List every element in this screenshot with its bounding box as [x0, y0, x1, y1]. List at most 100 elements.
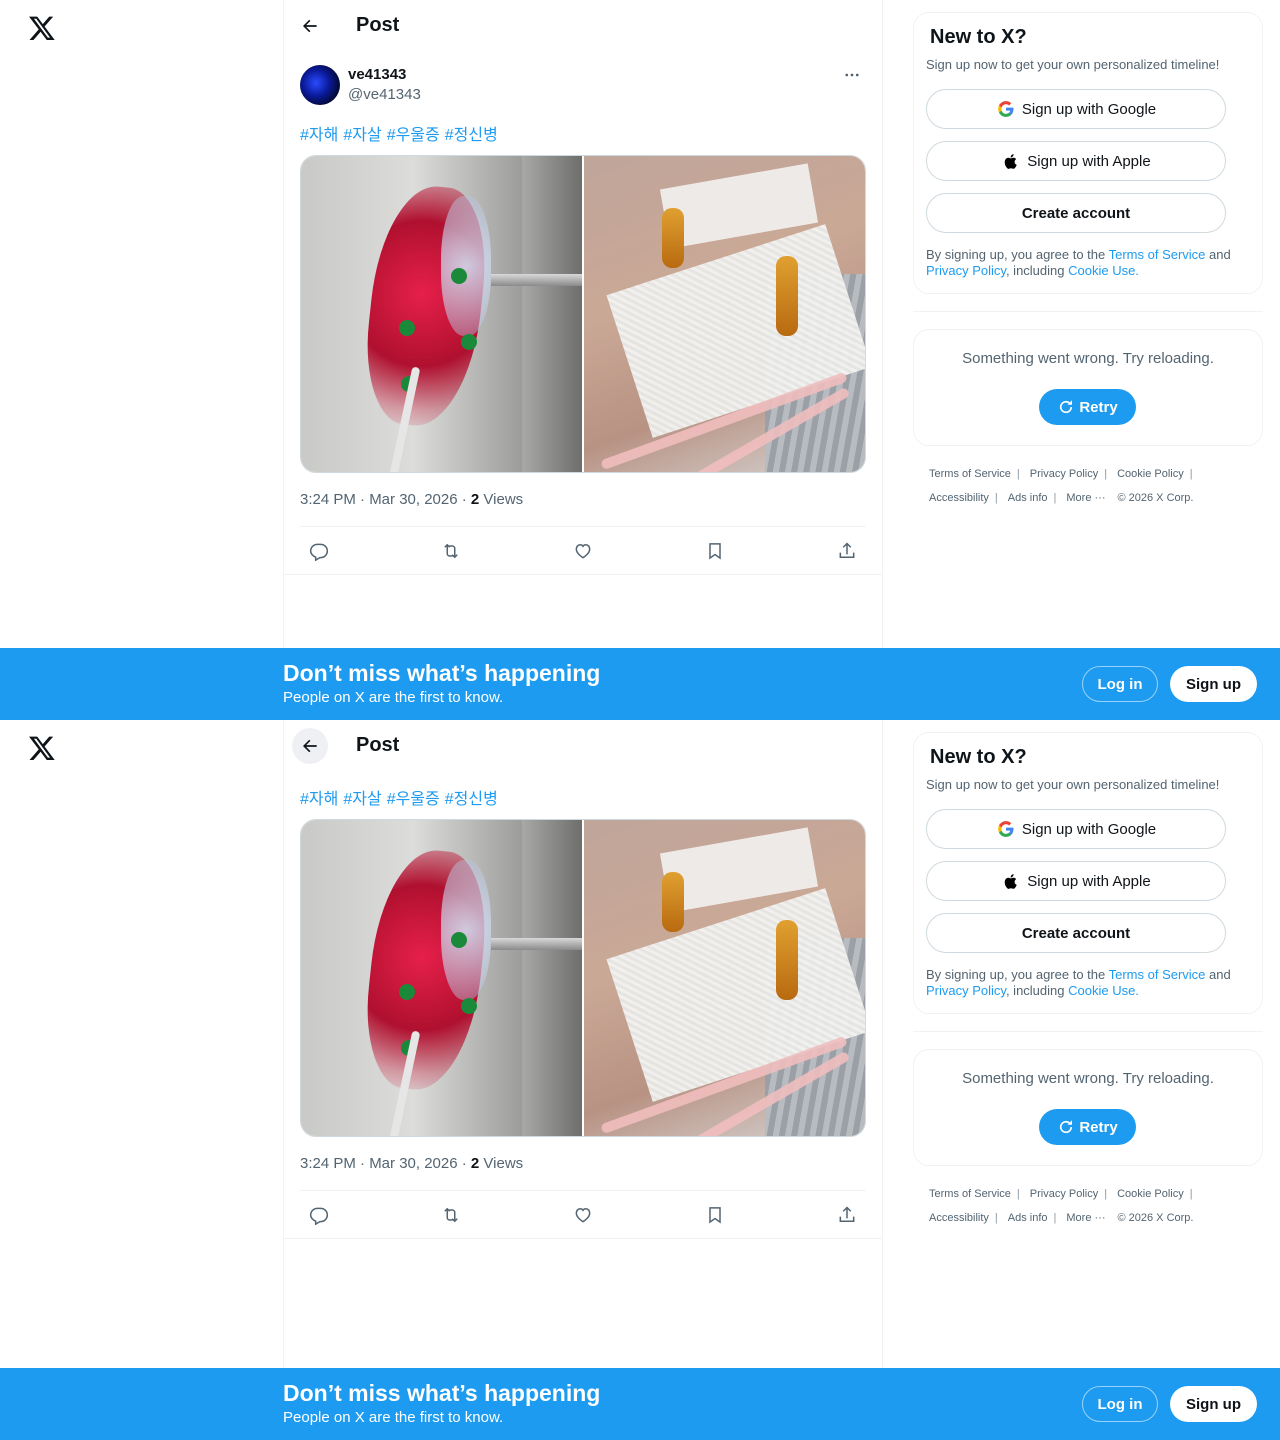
post-meta: 3:24 PM · Mar 30, 2026 · 2 Views — [300, 1155, 523, 1172]
login-button[interactable]: Log in — [1082, 666, 1158, 702]
views-label: Views — [479, 1155, 524, 1172]
back-button[interactable] — [292, 728, 328, 764]
hashtag-link[interactable]: #정신병 — [445, 791, 498, 808]
hashtag-link[interactable]: #정신병 — [445, 127, 498, 144]
hashtag-link[interactable]: #우울증 — [387, 127, 440, 144]
signup-button[interactable]: Sign up — [1170, 1386, 1257, 1422]
banner-subtitle: People on X are the first to know. — [283, 689, 504, 706]
divider — [284, 1238, 882, 1239]
x-logo-icon[interactable] — [28, 14, 56, 42]
hashtag-link[interactable]: #자살 — [343, 791, 381, 808]
bookmark-button[interactable] — [700, 536, 730, 566]
media-image-iv-arm[interactable] — [584, 820, 865, 1136]
terms-link[interactable]: Terms of Service — [1109, 247, 1206, 262]
signup-subtitle: Sign up now to get your own personalized… — [926, 777, 1220, 792]
signup-legal: By signing up, you agree to the Terms of… — [926, 967, 1231, 998]
footer-terms-link[interactable]: Terms of Service — [929, 468, 1011, 480]
back-button[interactable] — [292, 8, 328, 44]
terms-link[interactable]: Terms of Service — [1109, 967, 1206, 982]
error-card: Something went wrong. Try reloading. Ret… — [913, 329, 1263, 446]
repost-icon — [444, 1207, 458, 1223]
footer-terms-link[interactable]: Terms of Service — [929, 1188, 1011, 1200]
repost-button[interactable] — [436, 1200, 466, 1230]
views-count: 2 — [470, 491, 480, 508]
retry-button[interactable]: Retry — [1039, 1109, 1136, 1145]
media-image-iv-bags[interactable] — [301, 820, 582, 1136]
footer-ads-link[interactable]: Ads info — [1008, 1212, 1048, 1224]
more-options-button[interactable] — [838, 64, 866, 86]
media-image-iv-arm[interactable] — [584, 156, 865, 472]
signup-card: New to X? Sign up now to get your own pe… — [913, 732, 1263, 1014]
hashtag-link[interactable]: #자해 — [300, 791, 338, 808]
more-dots-icon — [845, 73, 859, 77]
post-column: Post ve41343 @ve41343 #자해 #자살 #우울증 #정신병 — [283, 0, 883, 720]
footer-links: Terms of Service | Privacy Policy | Cookie P… — [929, 1188, 1194, 1224]
privacy-link[interactable]: Privacy Policy — [926, 263, 1006, 278]
divider — [913, 311, 1263, 312]
signup-button[interactable]: Sign up — [1170, 666, 1257, 702]
post-author: ve41343 @ve41343 — [300, 64, 866, 108]
footer-more-link[interactable]: More ··· — [1066, 1212, 1105, 1224]
login-button[interactable]: Log in — [1082, 1386, 1158, 1422]
reply-icon — [309, 1207, 329, 1225]
reply-icon — [309, 543, 329, 561]
reply-button[interactable] — [304, 1200, 334, 1230]
apple-icon — [1001, 151, 1021, 171]
like-button[interactable] — [568, 536, 598, 566]
retry-label: Retry — [1079, 398, 1118, 416]
x-logo-icon[interactable] — [28, 734, 56, 762]
footer-privacy-link[interactable]: Privacy Policy — [1030, 1188, 1098, 1200]
google-signup-button[interactable]: Sign up with Google — [926, 89, 1226, 129]
post-meta: 3:24 PM · Mar 30, 2026 · 2 Views — [300, 491, 523, 508]
divider — [284, 574, 882, 575]
banner-subtitle: People on X are the first to know. — [283, 1409, 504, 1426]
copyright: © 2026 X Corp. — [1117, 1212, 1194, 1224]
footer-accessibility-link[interactable]: Accessibility — [929, 1212, 989, 1224]
post-header: Post — [284, 720, 882, 773]
cookie-link[interactable]: Cookie Use. — [1068, 263, 1139, 278]
signup-legal: By signing up, you agree to the Terms of… — [926, 247, 1231, 278]
apple-icon — [1001, 871, 1021, 891]
footer-cookie-link[interactable]: Cookie Policy — [1117, 1188, 1184, 1200]
footer-ads-link[interactable]: Ads info — [1008, 492, 1048, 504]
error-message: Something went wrong. Try reloading. — [962, 1070, 1214, 1087]
apple-signup-button[interactable]: Sign up with Apple — [926, 861, 1226, 901]
reply-button[interactable] — [304, 536, 334, 566]
post-timestamp[interactable]: 3:24 PM · Mar 30, 2026 · — [300, 1155, 471, 1172]
create-account-button[interactable]: Create account — [926, 193, 1226, 233]
share-button[interactable] — [832, 1200, 862, 1230]
refresh-icon — [1057, 1118, 1075, 1136]
footer-accessibility-link[interactable]: Accessibility — [929, 492, 989, 504]
retry-button[interactable]: Retry — [1039, 389, 1136, 425]
share-button[interactable] — [832, 536, 862, 566]
post-media — [300, 155, 866, 473]
bookmark-button[interactable] — [700, 1200, 730, 1230]
apple-signup-label: Sign up with Apple — [1027, 152, 1151, 170]
privacy-link[interactable]: Privacy Policy — [926, 983, 1006, 998]
author-handle[interactable]: @ve41343 — [348, 86, 421, 103]
copyright: © 2026 X Corp. — [1117, 492, 1194, 504]
divider — [913, 1031, 1263, 1032]
hashtag-link[interactable]: #자해 — [300, 127, 338, 144]
hashtag-link[interactable]: #우울증 — [387, 791, 440, 808]
views-label: Views — [479, 491, 524, 508]
like-button[interactable] — [568, 1200, 598, 1230]
post-timestamp[interactable]: 3:24 PM · Mar 30, 2026 · — [300, 491, 471, 508]
author-name[interactable]: ve41343 — [348, 66, 406, 83]
media-image-iv-bags[interactable] — [301, 156, 582, 472]
avatar[interactable] — [300, 65, 340, 105]
cookie-link[interactable]: Cookie Use. — [1068, 983, 1139, 998]
repost-button[interactable] — [436, 536, 466, 566]
apple-signup-button[interactable]: Sign up with Apple — [926, 141, 1226, 181]
footer-privacy-link[interactable]: Privacy Policy — [1030, 468, 1098, 480]
right-sidebar: New to X? Sign up now to get your own pe… — [913, 732, 1263, 1230]
hashtag-link[interactable]: #자살 — [343, 127, 381, 144]
bookmark-icon — [709, 543, 721, 560]
footer-cookie-link[interactable]: Cookie Policy — [1117, 468, 1184, 480]
footer-more-link[interactable]: More ··· — [1066, 492, 1105, 504]
google-signup-button[interactable]: Sign up with Google — [926, 809, 1226, 849]
post-media — [300, 819, 866, 1137]
create-account-button[interactable]: Create account — [926, 913, 1226, 953]
arrow-left-icon — [303, 739, 317, 753]
right-sidebar: New to X? Sign up now to get your own pe… — [913, 12, 1263, 510]
